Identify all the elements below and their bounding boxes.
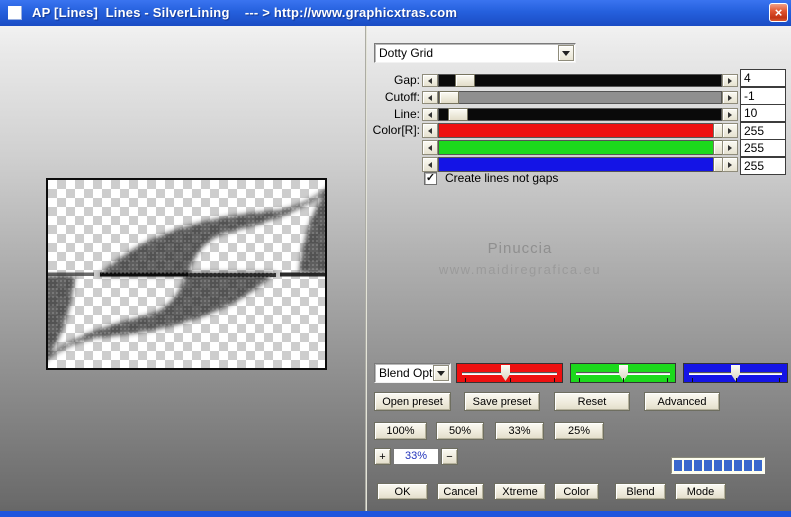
save-preset-button[interactable]: Save preset [464,392,540,411]
arrow-right-icon[interactable] [722,108,738,121]
blend-button[interactable]: Blend [615,483,666,500]
color-blue-slider[interactable] [422,157,738,172]
checkmark-icon: ✓ [426,172,435,184]
preset-dropdown[interactable]: Dotty Grid [374,43,576,63]
chevron-down-icon [562,51,570,56]
arrow-left-icon[interactable] [422,74,438,87]
progress-segment [754,460,762,471]
tick-mark [667,378,668,382]
line-label: Line: [330,108,420,122]
arrow-left-icon[interactable] [422,157,438,172]
ok-button[interactable]: OK [377,483,428,500]
cutoff-value-field[interactable]: -1 [740,87,786,105]
tick-mark [465,378,466,382]
create-lines-checkbox-label: Create lines not gaps [445,171,558,185]
zoom-level-display: 33% [393,448,439,465]
zoom-out-button[interactable]: − [441,448,458,465]
progress-bar [671,457,765,474]
progress-segment [674,460,682,471]
close-button[interactable]: × [769,3,788,22]
zoom-25-button[interactable]: 25% [554,422,604,440]
blend-green-slider[interactable] [570,363,676,383]
color-green-slider-track[interactable] [438,140,722,155]
arrow-right-icon[interactable] [722,74,738,87]
preview-artwork [48,180,325,368]
blend-options-dropdown-value: Blend Opti [379,366,434,380]
blend-blue-slider[interactable] [683,363,788,383]
cancel-button[interactable]: Cancel [437,483,484,500]
color-red-slider[interactable] [422,123,738,138]
zoom-50-button[interactable]: 50% [436,422,484,440]
tick-mark [510,378,511,382]
gap-slider-thumb[interactable] [455,74,475,87]
chevron-down-icon [437,371,445,376]
tick-mark [692,378,693,382]
blend-options-dropdown-button[interactable] [433,365,449,381]
arrow-left-icon[interactable] [422,91,438,104]
gap-label: Gap: [330,74,420,88]
tick-mark [736,378,737,382]
progress-segment [704,460,712,471]
zoom-100-button[interactable]: 100% [374,422,427,440]
line-slider[interactable] [422,108,738,121]
arrow-right-icon[interactable] [722,140,738,155]
zoom-in-button[interactable]: + [374,448,391,465]
cutoff-slider-thumb[interactable] [439,91,459,104]
line-slider-thumb[interactable] [448,108,468,121]
progress-segment [684,460,692,471]
reset-button[interactable]: Reset [554,392,630,411]
watermark-line2: www.maidiregrafica.eu [370,262,670,277]
line-value-field[interactable]: 10 [740,104,786,122]
mode-button[interactable]: Mode [675,483,726,500]
arrow-right-icon[interactable] [722,91,738,104]
app-icon [8,6,22,20]
arrow-left-icon[interactable] [422,140,438,155]
arrow-right-icon[interactable] [722,157,738,172]
color-green-value-field[interactable]: 255 [740,139,786,157]
preview-canvas[interactable] [46,178,327,370]
color-green-slider[interactable] [422,140,738,155]
close-icon: × [775,5,783,20]
tick-mark [779,378,780,382]
open-preset-button[interactable]: Open preset [374,392,451,411]
progress-segment [724,460,732,471]
cutoff-slider[interactable] [422,91,738,104]
progress-segment [744,460,752,471]
blend-options-dropdown[interactable]: Blend Opti [374,363,451,383]
arrow-right-icon[interactable] [722,123,738,138]
zoom-33-button[interactable]: 33% [495,422,544,440]
tick-mark [623,378,624,382]
window-title: AP [Lines] Lines - SilverLining --- > ht… [32,5,457,20]
advanced-button[interactable]: Advanced [644,392,720,411]
watermark-line1: Pinuccia [370,240,670,257]
progress-segment [734,460,742,471]
color-blue-value-field[interactable]: 255 [740,157,786,175]
preset-dropdown-value: Dotty Grid [379,46,433,60]
plugin-window: AP [Lines] Lines - SilverLining --- > ht… [0,0,791,517]
cutoff-label: Cutoff: [330,91,420,105]
progress-segment [714,460,722,471]
gap-slider-track[interactable] [438,74,722,87]
gap-value-field[interactable]: 4 [740,69,786,87]
create-lines-checkbox[interactable]: ✓ [424,172,437,185]
line-slider-track[interactable] [438,108,722,121]
title-bar[interactable]: AP [Lines] Lines - SilverLining --- > ht… [0,0,791,26]
cutoff-slider-track[interactable] [438,91,722,104]
gap-slider[interactable] [422,74,738,87]
color-button[interactable]: Color [554,483,599,500]
arrow-left-icon[interactable] [422,108,438,121]
tick-mark [554,378,555,382]
arrow-left-icon[interactable] [422,123,438,138]
color-r-label: Color[R]: [330,124,420,138]
preset-dropdown-button[interactable] [558,45,574,61]
color-red-slider-track[interactable] [438,123,722,138]
blend-red-slider[interactable] [456,363,563,383]
color-red-value-field[interactable]: 255 [740,122,786,140]
progress-segment [694,460,702,471]
color-blue-slider-track[interactable] [438,157,722,172]
xtreme-button[interactable]: Xtreme [494,483,546,500]
tick-mark [579,378,580,382]
window-bottom-border [0,511,791,517]
